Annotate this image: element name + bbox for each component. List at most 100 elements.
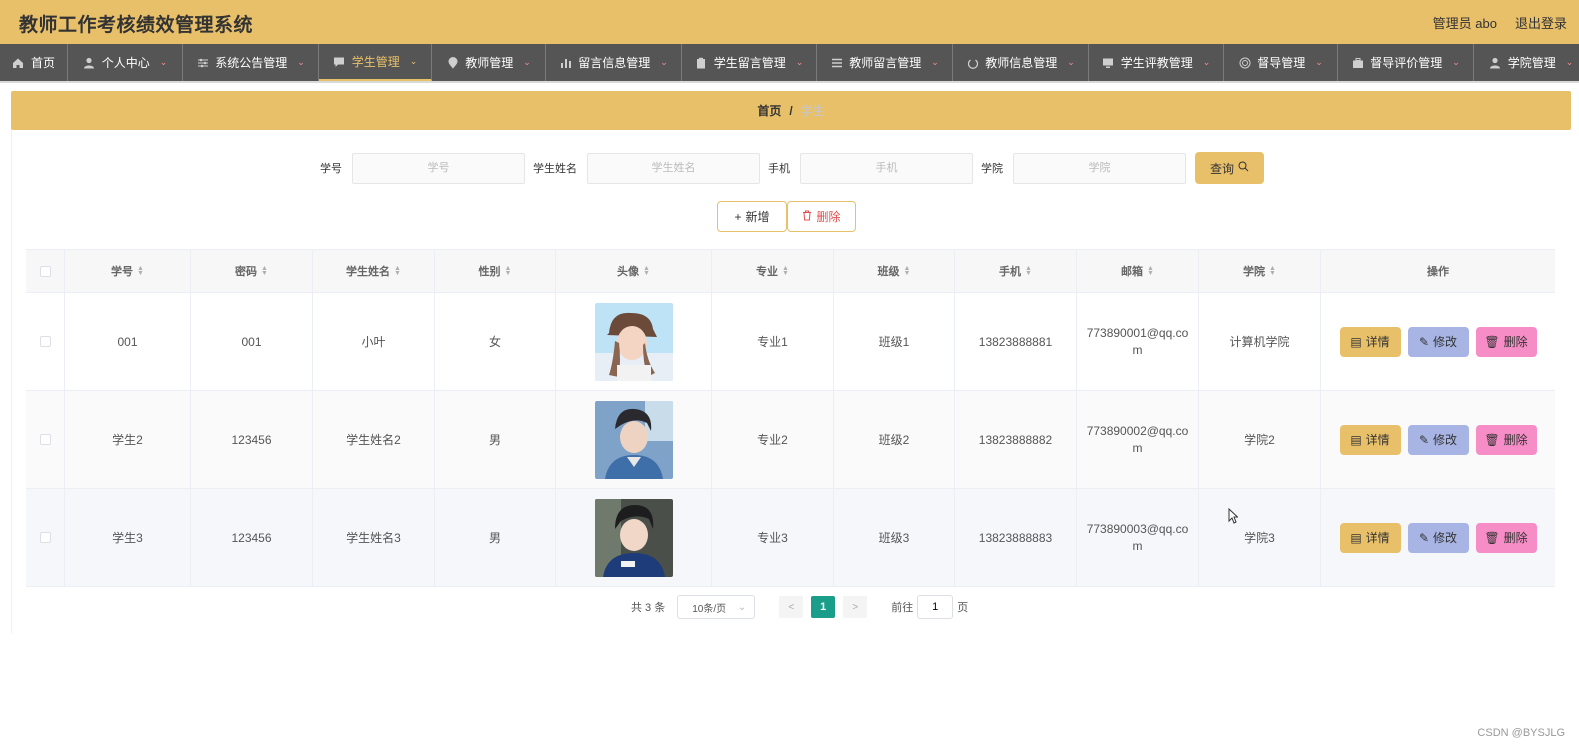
batch-delete-button[interactable]: 删除 <box>787 201 856 232</box>
add-button[interactable]: + 新增 <box>717 201 787 232</box>
person-icon <box>83 56 96 69</box>
logout-link[interactable]: 退出登录 <box>1515 13 1567 32</box>
column-header[interactable]: 头像 ▲ ▼ <box>556 250 712 292</box>
row-select-cell <box>26 293 65 390</box>
nav-item-label: 学院管理 <box>1507 56 1556 70</box>
column-header[interactable]: 性别 ▲ ▼ <box>435 250 556 292</box>
nav-item-student-message[interactable]: 学生留言管理 ⌄ <box>682 44 817 81</box>
avatar[interactable] <box>594 400 673 479</box>
delete-button[interactable]: 🗑 删除 <box>1475 424 1537 455</box>
pencil-icon: ✎ <box>1418 530 1430 545</box>
chevron-down-icon: ⌄ <box>1067 57 1075 67</box>
column-label: 头像 <box>617 266 640 278</box>
briefcase-icon <box>1351 56 1364 69</box>
cell-major: 专业3 <box>712 489 834 586</box>
cell-password: 123456 <box>191 489 313 586</box>
column-header[interactable]: 学生姓名 ▲ ▼ <box>313 250 435 292</box>
delete-label: 删除 <box>1503 531 1528 545</box>
nav-item-announcement[interactable]: 系统公告管理 ⌄ <box>183 44 319 81</box>
delete-label: 删除 <box>816 210 841 224</box>
edit-button[interactable]: ✎ 修改 <box>1407 326 1469 357</box>
avatar[interactable] <box>594 302 673 381</box>
page-number[interactable]: 1 <box>811 596 836 618</box>
target-icon <box>1238 56 1251 69</box>
nav-item-message[interactable]: 留言信息管理 ⌄ <box>546 44 682 81</box>
nav-item-teacher-info[interactable]: 教师信息管理 ⌄ <box>953 44 1089 81</box>
chevron-down-icon: ⌄ <box>795 57 804 67</box>
nav-item-supervisor[interactable]: 督导管理 ⌄ <box>1224 44 1338 81</box>
user-label[interactable]: 管理员 abo <box>1433 13 1497 32</box>
bar-chart-icon <box>559 56 572 69</box>
sort-icon: ▲ ▼ <box>1269 265 1276 277</box>
student-name-input[interactable] <box>587 152 760 184</box>
nav-item-label: 留言信息管理 <box>578 56 651 70</box>
cell-class: 班级2 <box>834 391 955 488</box>
edit-button[interactable]: ✎ 修改 <box>1407 424 1469 455</box>
row-checkbox[interactable] <box>39 336 51 347</box>
column-header[interactable]: 学院 ▲ ▼ <box>1199 250 1321 292</box>
edit-button[interactable]: ✎ 修改 <box>1407 522 1469 553</box>
column-header[interactable]: 密码 ▲ ▼ <box>191 250 313 292</box>
prev-page-button[interactable]: < <box>779 596 804 618</box>
nav-item-student[interactable]: 学生管理 ⌄ <box>319 44 432 81</box>
nav-item-label: 学生留言管理 <box>713 56 786 70</box>
student-id-input[interactable] <box>352 152 525 184</box>
next-page-button[interactable]: > <box>843 596 868 618</box>
goto-label: 前往 <box>891 602 914 614</box>
detail-button[interactable]: ▤ 详情 <box>1339 522 1401 553</box>
cell-major: 专业1 <box>712 293 834 390</box>
nav-item-home[interactable]: 首页 <box>0 44 68 81</box>
document-icon: ▤ <box>1350 530 1362 545</box>
column-header[interactable]: 邮箱 ▲ ▼ <box>1077 250 1199 292</box>
nav-item-evaluation[interactable]: 学生评教管理 ⌄ <box>1089 44 1224 81</box>
detail-label: 详情 <box>1365 433 1390 447</box>
nav-item-label: 教师留言管理 <box>849 56 922 70</box>
select-all-checkbox[interactable] <box>39 265 51 277</box>
nav-item-label: 教师管理 <box>465 56 514 70</box>
college-input[interactable] <box>1013 152 1186 184</box>
nav-item-label: 首页 <box>30 56 55 70</box>
watermark: CSDN @BYSJLG <box>1477 727 1565 739</box>
delete-button[interactable]: 🗑 删除 <box>1475 522 1537 553</box>
column-label: 学生姓名 <box>346 266 391 278</box>
query-button[interactable]: 查询 <box>1195 152 1264 184</box>
nav-item-teacher[interactable]: 教师管理 ⌄ <box>432 44 546 81</box>
delete-button[interactable]: 🗑 删除 <box>1475 326 1537 357</box>
column-header[interactable]: 专业 ▲ ▼ <box>712 250 834 292</box>
page-size-select[interactable]: 10条/页 ⌄ <box>677 595 756 619</box>
chevron-down-icon: ⌄ <box>523 57 531 67</box>
sort-icon: ▲ ▼ <box>1025 265 1032 277</box>
trash-icon: 🗑 <box>1484 432 1500 447</box>
table-header-row: 学号 ▲ ▼ 密码 ▲ ▼ 学生姓名 ▲ ▼ 性别 ▲ ▼ 头像 ▲ ▼ 专业 ▲ ▼ 班级 ▲ ▼ 手机 ▲… <box>26 250 1555 293</box>
toolbar: + 新增 删除 <box>717 201 856 232</box>
query-label: 查询 <box>1209 161 1234 176</box>
row-checkbox[interactable] <box>39 434 51 445</box>
nav-item-college[interactable]: 学院管理 ⌄ <box>1474 44 1579 81</box>
nav-item-personal-center[interactable]: 个人中心 ⌄ <box>68 44 183 81</box>
row-select-cell <box>26 391 65 488</box>
cell-name: 学生姓名2 <box>313 391 435 488</box>
column-header[interactable]: 手机 ▲ ▼ <box>955 250 1077 292</box>
detail-button[interactable]: ▤ 详情 <box>1339 424 1401 455</box>
home-icon <box>12 56 25 69</box>
select-all-cell <box>26 250 65 292</box>
column-label: 学院 <box>1243 266 1266 278</box>
column-header[interactable]: 班级 ▲ ▼ <box>834 250 955 292</box>
avatar[interactable] <box>594 498 673 577</box>
nav-item-teacher-message[interactable]: 教师留言管理 ⌄ <box>817 44 953 81</box>
cell-email: 773890001@qq.com <box>1077 293 1199 390</box>
sort-icon: ▲ ▼ <box>394 265 401 277</box>
detail-button[interactable]: ▤ 详情 <box>1339 326 1401 357</box>
phone-input[interactable] <box>800 152 973 184</box>
pencil-icon: ✎ <box>1418 334 1430 349</box>
row-checkbox[interactable] <box>39 532 51 543</box>
nav-item-supervisor-eval[interactable]: 督导评价管理 ⌄ <box>1338 44 1474 81</box>
trash-icon <box>802 210 812 224</box>
goto-page-input[interactable] <box>917 595 954 619</box>
edit-label: 修改 <box>1433 335 1458 349</box>
clipboard-icon <box>695 56 708 69</box>
cell-class: 班级1 <box>834 293 955 390</box>
breadcrumb-home[interactable]: 首页 <box>757 102 781 119</box>
column-header[interactable]: 学号 ▲ ▼ <box>65 250 191 292</box>
page-suffix: 页 <box>957 602 969 614</box>
